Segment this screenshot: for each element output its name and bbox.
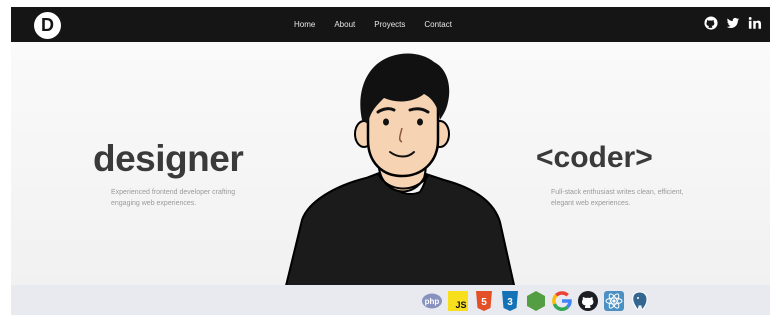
php-icon: php bbox=[422, 293, 442, 309]
html5-text: 5 bbox=[481, 297, 487, 308]
html5-icon: 5 bbox=[476, 291, 492, 311]
nav-home-link[interactable]: Home bbox=[294, 20, 315, 29]
logo[interactable]: D bbox=[34, 12, 61, 39]
twitter-icon[interactable] bbox=[726, 16, 740, 30]
nav-contact-link[interactable]: Contact bbox=[424, 20, 452, 29]
php-text: php bbox=[425, 297, 440, 306]
designer-subtitle: Experienced frontend developer crafting … bbox=[111, 189, 236, 207]
nav-about-link[interactable]: About bbox=[334, 20, 355, 29]
js-text: JS bbox=[455, 300, 466, 310]
hero-section: designer Experienced frontend developer … bbox=[11, 42, 770, 294]
designer-heading: designer bbox=[93, 138, 244, 179]
linkedin-icon[interactable] bbox=[748, 16, 762, 30]
nav-proyects-link[interactable]: Proyects bbox=[374, 20, 405, 29]
avatar-illustration bbox=[282, 53, 518, 294]
tech-icons: php JS 5 3 bbox=[422, 291, 650, 311]
tech-stack-bar: php JS 5 3 bbox=[11, 285, 770, 315]
social-links bbox=[704, 16, 762, 30]
css3-text: 3 bbox=[507, 297, 513, 308]
nodejs-icon bbox=[527, 291, 545, 311]
react-icon bbox=[604, 291, 624, 311]
coder-heading: <coder> bbox=[536, 141, 653, 174]
css3-icon: 3 bbox=[502, 291, 518, 311]
github-icon bbox=[578, 291, 598, 311]
postgresql-icon bbox=[632, 291, 648, 310]
google-icon bbox=[552, 291, 572, 311]
github-icon[interactable] bbox=[704, 16, 718, 30]
page-frame: D Home About Proyects Contact designer E… bbox=[11, 7, 770, 315]
navbar: D Home About Proyects Contact bbox=[11, 7, 770, 42]
javascript-icon: JS bbox=[448, 291, 468, 311]
nav-links: Home About Proyects Contact bbox=[294, 7, 471, 42]
coder-subtitle: Full-stack enthusiast writes clean, effi… bbox=[551, 189, 684, 207]
